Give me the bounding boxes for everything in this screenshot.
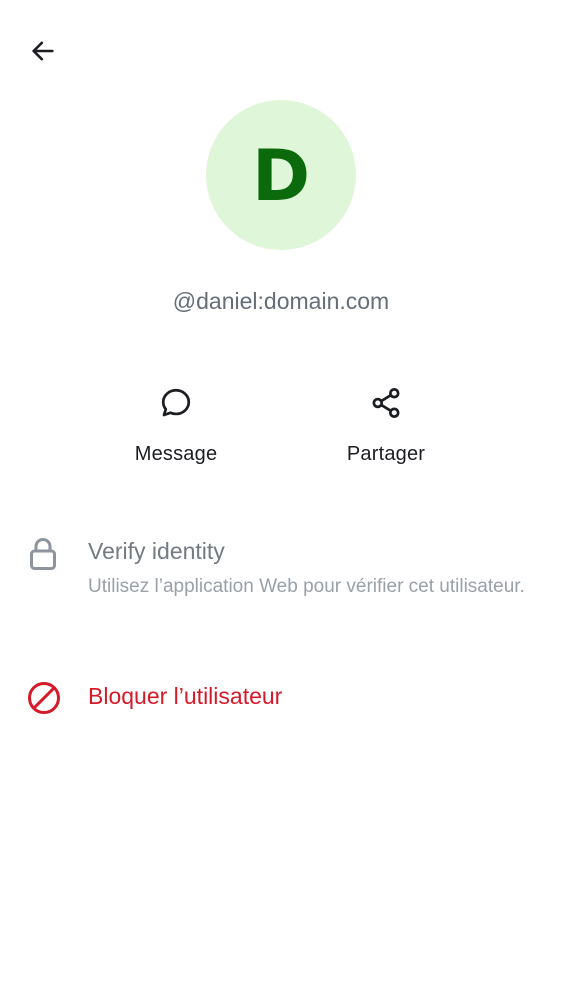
- message-label: Message: [134, 443, 218, 465]
- lock-icon: [30, 538, 56, 570]
- message-button[interactable]: Message: [106, 378, 246, 466]
- block-user-label: Bloquer l’utilisateur: [88, 683, 283, 709]
- verify-identity-subtitle: Utilisez l’application Web pour vérifier…: [88, 576, 525, 597]
- back-button[interactable]: [22, 30, 64, 72]
- avatar-initial: D: [251, 135, 311, 217]
- share-icon: [366, 378, 406, 428]
- block-icon: [28, 682, 60, 714]
- verify-identity-title: Verify identity: [88, 538, 225, 564]
- block-user-button[interactable]: Bloquer l’utilisateur: [0, 676, 562, 720]
- share-button[interactable]: Partager: [316, 378, 456, 466]
- avatar: D: [206, 100, 356, 250]
- share-label: Partager: [346, 443, 426, 465]
- chat-bubble-icon: [156, 378, 196, 428]
- verify-identity-row: Verify identity Utilisez l’application W…: [0, 536, 562, 636]
- user-id: @daniel:domain.com: [172, 288, 390, 314]
- arrow-left-icon: [32, 41, 54, 61]
